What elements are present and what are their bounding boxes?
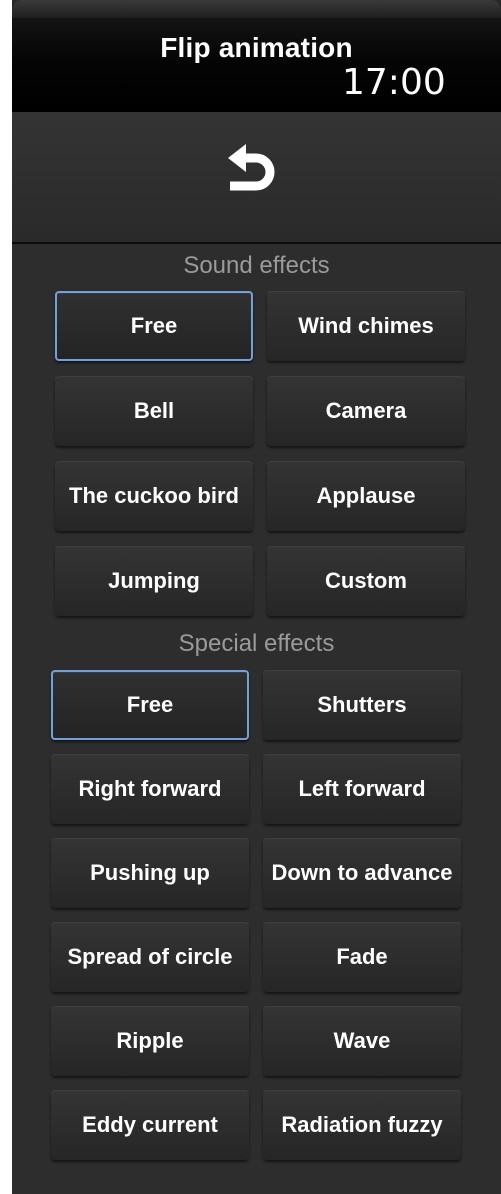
special-option-down-to-advance[interactable]: Down to advance: [263, 838, 461, 908]
special-option-ripple[interactable]: Ripple: [51, 1006, 249, 1076]
sound-option-wind-chimes[interactable]: Wind chimes: [267, 291, 465, 361]
sound-effects-label: Sound effects: [183, 252, 330, 279]
special-option-pushing-up[interactable]: Pushing up: [51, 838, 249, 908]
back-area: [12, 112, 501, 244]
back-arrow-icon: [228, 144, 275, 191]
special-option-fade[interactable]: Fade: [263, 922, 461, 992]
sound-option-applause[interactable]: Applause: [267, 461, 465, 531]
title-bar-cap: [12, 0, 501, 18]
special-option-right-forward[interactable]: Right forward: [51, 754, 249, 824]
flip-animation-panel: Flip animation 17:00 Sound effects Free …: [12, 0, 501, 1194]
sound-option-free[interactable]: Free: [55, 291, 253, 361]
special-option-radiation-fuzzy[interactable]: Radiation fuzzy: [263, 1090, 461, 1160]
special-effects-label: Special effects: [178, 630, 335, 657]
clock-display: 17:00: [342, 62, 446, 103]
special-option-wave[interactable]: Wave: [263, 1006, 461, 1076]
page-title: Flip animation: [160, 32, 353, 63]
sound-option-cuckoo-bird[interactable]: The cuckoo bird: [55, 461, 253, 531]
sound-option-custom[interactable]: Custom: [267, 546, 465, 616]
special-option-spread-of-circle[interactable]: Spread of circle: [51, 922, 249, 992]
special-option-eddy-current[interactable]: Eddy current: [51, 1090, 249, 1160]
special-option-free[interactable]: Free: [51, 670, 249, 740]
sound-option-camera[interactable]: Camera: [267, 376, 465, 446]
sound-option-bell[interactable]: Bell: [55, 376, 253, 446]
left-edge-strip: [0, 0, 12, 1194]
title-bar: Flip animation 17:00: [12, 0, 501, 112]
special-option-shutters[interactable]: Shutters: [263, 670, 461, 740]
sound-option-jumping[interactable]: Jumping: [55, 546, 253, 616]
special-option-left-forward[interactable]: Left forward: [263, 754, 461, 824]
back-button[interactable]: [218, 136, 288, 206]
